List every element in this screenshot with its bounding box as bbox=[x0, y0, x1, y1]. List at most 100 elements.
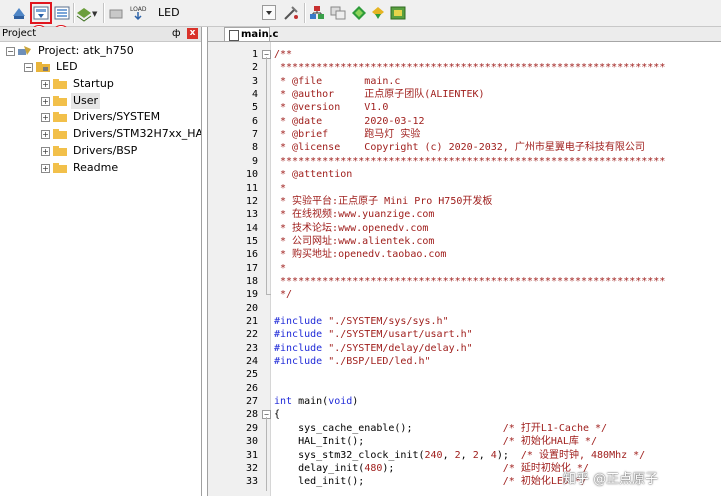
code-text: delay_init(480); /* 延时初始化 */ bbox=[274, 462, 589, 475]
code-token: ) bbox=[352, 396, 359, 408]
expand-icon[interactable]: + bbox=[41, 80, 50, 89]
manage-runtime-icon[interactable] bbox=[389, 4, 407, 22]
code-line: 24 #include "./BSP/LED/led.h" bbox=[208, 355, 721, 368]
line-number: 3 bbox=[251, 75, 258, 87]
manage-project-items-icon[interactable] bbox=[308, 4, 326, 22]
tree-item-label: Startup bbox=[73, 77, 114, 90]
select-target-dropdown-icon[interactable] bbox=[262, 5, 276, 20]
line-number: 4 bbox=[251, 89, 258, 101]
code-line: 11 * bbox=[208, 182, 721, 195]
line-number: 23 bbox=[245, 342, 258, 354]
code-text: int main(void) bbox=[274, 395, 358, 408]
code-text: * @date 2020-03-12 bbox=[274, 115, 425, 128]
tab-main-c[interactable]: main.c bbox=[224, 27, 278, 41]
folder-icon bbox=[53, 129, 67, 139]
expand-icon[interactable]: + bbox=[41, 130, 50, 139]
build-icon[interactable] bbox=[30, 2, 52, 24]
code-token: #include bbox=[274, 329, 329, 341]
code-text: HAL_Init(); /* 初始化HAL库 */ bbox=[274, 435, 597, 448]
code-token: * @brief 跑马灯 实验 bbox=[274, 129, 421, 141]
tree-item-label: Drivers/BSP bbox=[73, 144, 138, 157]
expand-icon[interactable]: + bbox=[41, 113, 50, 122]
tree-item-label: User bbox=[71, 93, 101, 109]
tree-item-label: Readme bbox=[73, 161, 119, 174]
pin-icon[interactable]: ф bbox=[172, 28, 181, 40]
code-text: #include "./SYSTEM/sys/sys.h" bbox=[274, 315, 449, 328]
close-icon[interactable]: x bbox=[187, 28, 198, 39]
code-token: , bbox=[478, 449, 491, 461]
line-number: 1 bbox=[251, 49, 258, 60]
code-token: * 公司网址:www.alientek.com bbox=[274, 235, 435, 247]
fold-guide-end bbox=[266, 294, 271, 296]
code-line: 5 * @version V1.0 bbox=[208, 101, 721, 114]
watermark: 知乎 @正点原子 bbox=[563, 472, 659, 487]
project-panel: Project ф x − Project: atk_h750 − LED + … bbox=[0, 27, 202, 496]
collapse-icon[interactable]: − bbox=[24, 63, 33, 72]
batch-build-icon[interactable] bbox=[75, 4, 93, 22]
line-number: 10 bbox=[245, 169, 258, 181]
fold-guide bbox=[266, 417, 267, 491]
code-text: { bbox=[274, 408, 280, 421]
project-icon bbox=[18, 46, 31, 55]
line-number: 13 bbox=[245, 209, 258, 221]
code-token: main( bbox=[292, 396, 329, 408]
line-number: 6 bbox=[251, 115, 258, 127]
select-target-combobox[interactable]: LED bbox=[154, 5, 266, 21]
folder-icon bbox=[53, 163, 67, 173]
pack-installer-icon[interactable] bbox=[369, 4, 387, 22]
code-token: #include bbox=[274, 316, 329, 327]
expand-icon[interactable]: + bbox=[41, 147, 50, 156]
folder-icon bbox=[53, 79, 67, 89]
code-line: 18 *************************************… bbox=[208, 275, 721, 288]
batch-build-dropdown-icon[interactable]: ▼ bbox=[92, 10, 97, 18]
code-line: 23 #include "./SYSTEM/delay/delay.h" bbox=[208, 342, 721, 355]
file-icon bbox=[229, 30, 239, 41]
code-text: sys_stm32_clock_init(240, 2, 2, 4); /* 设… bbox=[274, 449, 645, 462]
fold-guide bbox=[266, 57, 267, 295]
code-token: * @license Copyright (c) 2020-2032, 广州市星… bbox=[274, 142, 645, 154]
code-text: * @author 正点原子团队(ALIENTEK) bbox=[274, 88, 485, 101]
code-token: * @attention bbox=[274, 169, 353, 181]
copy-window-icon[interactable] bbox=[329, 4, 347, 22]
line-number: 8 bbox=[251, 142, 258, 154]
code-text: * @attention bbox=[274, 168, 352, 181]
line-number: 9 bbox=[251, 155, 258, 167]
code-text: * bbox=[274, 262, 286, 275]
line-number: 22 bbox=[245, 329, 258, 341]
rebuild-icon[interactable] bbox=[53, 4, 71, 22]
code-token: void bbox=[328, 396, 353, 408]
code-line: 1−/** bbox=[208, 48, 721, 61]
options-for-target-icon[interactable] bbox=[282, 4, 300, 22]
code-line: 30 HAL_Init(); /* 初始化HAL库 */ bbox=[208, 435, 721, 448]
select-packs-icon[interactable] bbox=[350, 4, 368, 22]
code-token: delay_init( bbox=[274, 462, 365, 474]
select-target-value: LED bbox=[158, 6, 180, 19]
line-number: 28 bbox=[245, 409, 258, 421]
download-icon[interactable]: LOAD bbox=[129, 4, 147, 22]
expand-icon[interactable]: + bbox=[41, 164, 50, 173]
translate-icon[interactable] bbox=[10, 4, 28, 22]
expand-icon[interactable]: + bbox=[41, 97, 50, 106]
line-number: 19 bbox=[245, 289, 258, 301]
code-token: ****************************************… bbox=[274, 275, 666, 287]
code-token: 480 bbox=[364, 462, 383, 474]
line-number: 17 bbox=[245, 262, 258, 274]
code-line: 22 #include "./SYSTEM/usart/usart.h" bbox=[208, 328, 721, 341]
code-line: 9 **************************************… bbox=[208, 155, 721, 168]
code-token: ****************************************… bbox=[274, 155, 666, 167]
code-line: 29 sys_cache_enable(); /* 打开L1-Cache */ bbox=[208, 422, 721, 435]
line-number: 11 bbox=[245, 182, 258, 194]
code-token: /* 打开L1-Cache */ bbox=[502, 422, 608, 434]
folder-icon bbox=[53, 112, 67, 122]
code-token: ****************************************… bbox=[274, 62, 666, 74]
line-number: 31 bbox=[245, 449, 258, 461]
code-text: * @license Copyright (c) 2020-2032, 广州市星… bbox=[274, 141, 645, 154]
project-panel-title: Project bbox=[2, 28, 37, 39]
stop-build-icon[interactable] bbox=[107, 4, 125, 22]
target-folder-icon bbox=[36, 62, 50, 72]
code-token: * 在线视频:www.yuanzige.com bbox=[274, 209, 435, 221]
collapse-icon[interactable]: − bbox=[6, 47, 15, 56]
code-text: * bbox=[274, 182, 286, 195]
svg-text:LOAD: LOAD bbox=[130, 6, 147, 13]
code-token: "./SYSTEM/delay/delay.h" bbox=[328, 342, 473, 354]
